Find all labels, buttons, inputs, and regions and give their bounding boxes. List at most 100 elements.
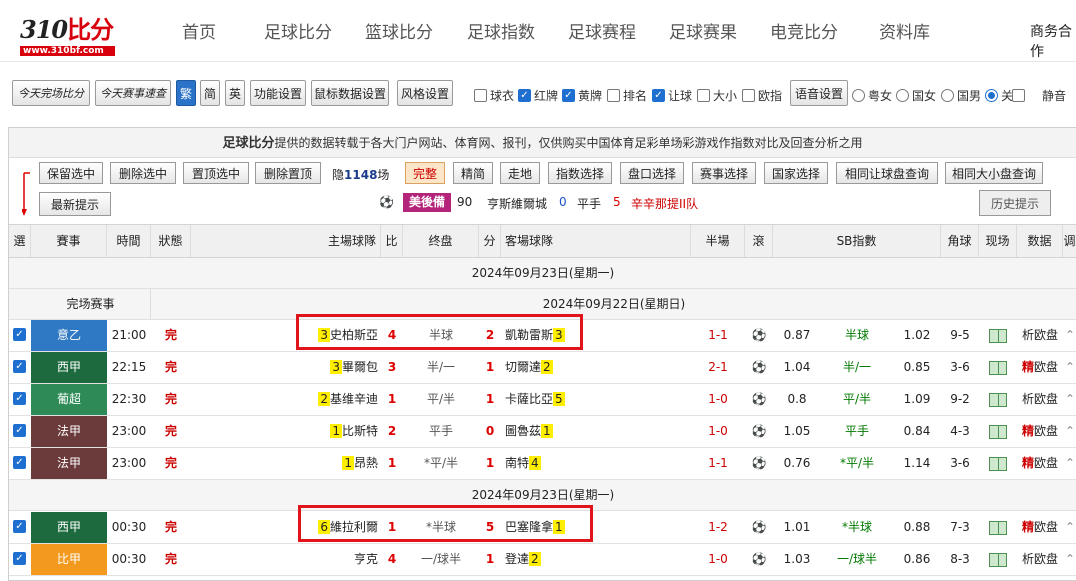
checkbox-option[interactable]: 欧指: [742, 87, 782, 104]
rolling-ball-icon[interactable]: ⚽: [745, 352, 773, 383]
row-select-checkbox[interactable]: ✓: [13, 520, 26, 533]
radio-icon[interactable]: [852, 89, 865, 102]
line-select-button[interactable]: 盘口选择: [620, 162, 684, 184]
nav-item[interactable]: 资料库: [879, 18, 930, 43]
column-header[interactable]: 選: [9, 225, 31, 257]
live-field[interactable]: [979, 320, 1017, 351]
rolling-ball-icon[interactable]: ⚽: [745, 448, 773, 479]
voice-radio-option[interactable]: 粤女: [852, 87, 892, 104]
column-header[interactable]: 賽事: [31, 225, 107, 257]
data-links[interactable]: 析欧盘: [1017, 544, 1063, 575]
pitch-icon[interactable]: [989, 456, 1007, 471]
row-select-checkbox[interactable]: ✓: [13, 328, 26, 341]
rolling-ball-icon[interactable]: ⚽: [745, 384, 773, 415]
column-header[interactable]: 時間: [107, 225, 151, 257]
live-field[interactable]: [979, 416, 1017, 447]
pitch-icon[interactable]: [989, 328, 1007, 343]
checkbox-option[interactable]: ✓ 让球: [652, 87, 692, 104]
pitch-icon[interactable]: [989, 392, 1007, 407]
adjust-icon[interactable]: ⌃: [1063, 320, 1076, 351]
odds-line[interactable]: 半球: [821, 320, 893, 351]
column-header[interactable]: 比: [381, 225, 403, 257]
match-select-button[interactable]: 赛事选择: [692, 162, 756, 184]
live-field[interactable]: [979, 384, 1017, 415]
odds-away[interactable]: 1.09: [893, 384, 941, 415]
column-header[interactable]: 分: [479, 225, 501, 257]
column-header[interactable]: 数据: [1017, 225, 1063, 257]
column-header[interactable]: 现场: [979, 225, 1017, 257]
nav-item[interactable]: 足球指数: [467, 18, 535, 43]
voice-radio-option[interactable]: 关: [985, 87, 1013, 104]
home-team[interactable]: 3 畢爾包: [191, 352, 381, 383]
match-row[interactable]: ✓ 比甲 00:30 完亨克 4 一/球半 1 登達 2 1-0 ⚽ 1.03 一/球半 0.86 8-3 析…: [9, 544, 1076, 576]
voice-radio-option[interactable]: 国男: [941, 87, 981, 104]
nav-item[interactable]: 首页: [182, 18, 216, 43]
odds-home[interactable]: 0.87: [773, 320, 821, 351]
data-links[interactable]: 析欧盘: [1017, 320, 1063, 351]
away-team[interactable]: 南特 4: [501, 448, 691, 479]
adjust-icon[interactable]: ⌃: [1063, 384, 1076, 415]
simplified-button[interactable]: 简: [200, 80, 220, 106]
pitch-icon[interactable]: [989, 552, 1007, 567]
radio-icon[interactable]: [941, 89, 954, 102]
adjust-icon[interactable]: ⌃: [1063, 544, 1076, 575]
mouse-data-settings-button[interactable]: 鼠标数据设置: [311, 80, 389, 106]
odds-line[interactable]: 平/半: [821, 384, 893, 415]
adjust-icon[interactable]: ⌃: [1063, 448, 1076, 479]
league-badge[interactable]: 比甲: [31, 544, 107, 575]
odds-line[interactable]: 半/一: [821, 352, 893, 383]
column-header[interactable]: 调: [1063, 225, 1076, 257]
nav-item[interactable]: 足球赛果: [669, 18, 737, 43]
checkbox-icon[interactable]: [742, 89, 755, 102]
voice-radio-option[interactable]: 国女: [896, 87, 936, 104]
odds-away[interactable]: 0.86: [893, 544, 941, 575]
lite-view-button[interactable]: 精简: [453, 162, 493, 184]
adjust-icon[interactable]: ⌃: [1063, 416, 1076, 447]
rolling-ball-icon[interactable]: ⚽: [745, 544, 773, 575]
match-row[interactable]: ✓ 西甲 22:15 完 3 畢爾包 3 半/一 1 切爾達 2 2-1 ⚽ 1.04 半/一 0.85 3-6…: [9, 352, 1076, 384]
data-links[interactable]: 精欧盘: [1017, 352, 1063, 383]
checkbox-option[interactable]: 球衣: [474, 87, 514, 104]
style-settings-button[interactable]: 风格设置: [397, 80, 453, 106]
league-badge[interactable]: 法甲: [31, 416, 107, 447]
today-search-button[interactable]: 今天赛事速查: [95, 80, 171, 106]
adjust-icon[interactable]: ⌃: [1063, 512, 1076, 543]
home-team[interactable]: 1 昂熱: [191, 448, 381, 479]
remove-selected-button[interactable]: 删除选中: [110, 162, 176, 184]
row-select-checkbox[interactable]: ✓: [13, 456, 26, 469]
row-select-checkbox[interactable]: ✓: [13, 360, 26, 373]
checkbox-icon[interactable]: [697, 89, 710, 102]
same-handicap-query-button[interactable]: 相同让球盘查询: [836, 162, 938, 184]
pin-selected-button[interactable]: 置顶选中: [183, 162, 249, 184]
latest-tip-button[interactable]: 最新提示: [39, 192, 111, 216]
column-header[interactable]: 客場球隊: [501, 225, 691, 257]
full-view-button[interactable]: 完整: [405, 162, 445, 184]
nav-item[interactable]: 电竞比分: [770, 18, 838, 43]
checkbox-icon[interactable]: ✓: [562, 89, 575, 102]
data-links[interactable]: 精欧盘: [1017, 512, 1063, 543]
column-header[interactable]: 狀態: [151, 225, 191, 257]
row-select-checkbox[interactable]: ✓: [13, 552, 26, 565]
nav-item[interactable]: 篮球比分: [365, 18, 433, 43]
in-play-button[interactable]: 走地: [500, 162, 540, 184]
english-button[interactable]: 英: [225, 80, 245, 106]
remove-pin-button[interactable]: 删除置顶: [255, 162, 321, 184]
nav-item[interactable]: 足球赛程: [568, 18, 636, 43]
league-badge[interactable]: 法甲: [31, 448, 107, 479]
country-select-button[interactable]: 国家选择: [764, 162, 828, 184]
odds-away[interactable]: 0.84: [893, 416, 941, 447]
home-team[interactable]: 亨克: [191, 544, 381, 575]
live-field[interactable]: [979, 448, 1017, 479]
odds-home[interactable]: 0.76: [773, 448, 821, 479]
odds-line[interactable]: *半球: [821, 512, 893, 543]
radio-icon[interactable]: [896, 89, 909, 102]
column-header[interactable]: 终盘: [403, 225, 479, 257]
odds-home[interactable]: 1.01: [773, 512, 821, 543]
odds-line[interactable]: 一/球半: [821, 544, 893, 575]
match-row[interactable]: ✓ 葡超 22:30 完 2 基维辛迪 1 平/半 1 卡薩比亞 5 1-0 ⚽ 0.8 平/半 1.09 9-…: [9, 384, 1076, 416]
nav-item[interactable]: 商务合作: [1030, 21, 1076, 61]
nav-item[interactable]: 足球比分: [264, 18, 332, 43]
odds-home[interactable]: 0.8: [773, 384, 821, 415]
checkbox-icon[interactable]: [607, 89, 620, 102]
checkbox-option[interactable]: 大小: [697, 87, 737, 104]
